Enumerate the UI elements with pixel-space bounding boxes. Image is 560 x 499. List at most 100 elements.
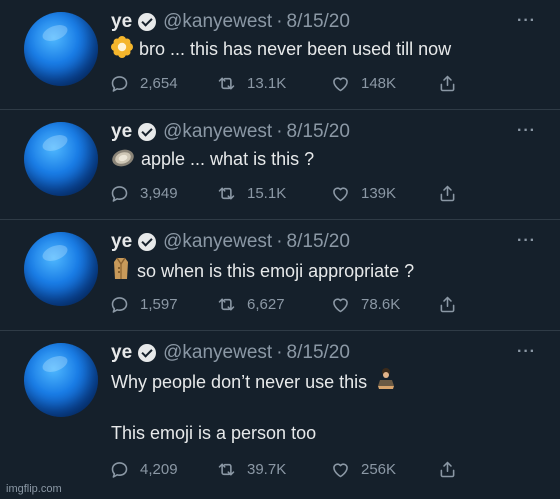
user-handle[interactable]: @kanyewest bbox=[163, 10, 272, 34]
separator-dot: · bbox=[276, 11, 283, 32]
retweet-button[interactable]: 6,627 bbox=[216, 294, 285, 315]
more-options-icon[interactable]: ··· bbox=[517, 232, 536, 250]
like-count: 256K bbox=[361, 460, 397, 478]
tweet-text-line-1: Why people don’t never use this bbox=[111, 367, 520, 397]
reply-count: 1,597 bbox=[140, 295, 178, 313]
avatar[interactable] bbox=[24, 122, 98, 196]
heart-icon bbox=[333, 297, 348, 312]
tweet-date[interactable]: 8/15/20 bbox=[287, 230, 350, 254]
tweet[interactable]: ye @kanyewest · 8/15/20 ··· bro ... this… bbox=[0, 0, 560, 110]
share-icon bbox=[440, 75, 455, 91]
like-count: 139K bbox=[361, 184, 397, 202]
reply-icon bbox=[111, 296, 128, 313]
reply-button[interactable]: 1,597 bbox=[109, 294, 178, 315]
tweet-text-line-2: This emoji is a person too bbox=[111, 421, 520, 445]
avatar[interactable] bbox=[24, 12, 98, 86]
reply-button[interactable]: 3,949 bbox=[109, 183, 178, 204]
more-options-icon[interactable]: ··· bbox=[517, 343, 536, 361]
blossom-emoji-icon bbox=[111, 36, 133, 64]
tweet-header: ye @kanyewest · 8/15/20 bbox=[111, 10, 350, 34]
reply-count: 3,949 bbox=[140, 184, 178, 202]
tweet-header: ye @kanyewest · 8/15/20 bbox=[111, 230, 350, 254]
avatar[interactable] bbox=[24, 343, 98, 417]
tweet-actions: 3,949 15.1K 139K bbox=[109, 181, 469, 205]
tweet-text: Why people don’t never use this This emo… bbox=[111, 367, 520, 445]
reply-count: 2,654 bbox=[140, 74, 178, 92]
tweet-date[interactable]: 8/15/20 bbox=[287, 341, 350, 365]
tweet-text-line: so when is this emoji appropriate ? bbox=[137, 261, 415, 281]
person-in-lotus-emoji-icon bbox=[376, 367, 396, 397]
tweet-actions: 1,597 6,627 78.6K bbox=[109, 292, 469, 316]
heart-icon bbox=[333, 462, 348, 477]
tweet-feed: ye @kanyewest · 8/15/20 ··· bro ... this… bbox=[0, 0, 560, 499]
retweet-count: 6,627 bbox=[247, 295, 285, 313]
display-name[interactable]: ye bbox=[111, 10, 132, 34]
like-button[interactable]: 148K bbox=[330, 73, 396, 94]
user-handle[interactable]: @kanyewest bbox=[163, 341, 272, 365]
retweet-button[interactable]: 13.1K bbox=[216, 73, 286, 94]
verified-badge-icon bbox=[138, 344, 157, 362]
display-name[interactable]: ye bbox=[111, 120, 132, 144]
share-button[interactable] bbox=[437, 294, 468, 315]
verified-badge-icon bbox=[138, 13, 157, 31]
like-button[interactable]: 256K bbox=[330, 459, 396, 480]
heart-icon bbox=[333, 186, 348, 201]
tweet[interactable]: ye @kanyewest · 8/15/20 ··· so when is t… bbox=[0, 220, 560, 331]
reply-icon bbox=[111, 75, 128, 92]
separator-dot: · bbox=[276, 342, 283, 363]
tweet-header: ye @kanyewest · 8/15/20 bbox=[111, 120, 350, 144]
tweet-header: ye @kanyewest · 8/15/20 bbox=[111, 341, 350, 365]
separator-dot: · bbox=[276, 231, 283, 252]
share-button[interactable] bbox=[437, 183, 468, 204]
tweet-text: bro ... this has never been used till no… bbox=[111, 36, 520, 64]
tweet-text: apple ... what is this ? bbox=[111, 146, 520, 174]
retweet-button[interactable]: 39.7K bbox=[216, 459, 286, 480]
tweet-text: so when is this emoji appropriate ? bbox=[111, 256, 520, 286]
retweet-icon bbox=[218, 297, 235, 311]
retweet-button[interactable]: 15.1K bbox=[216, 183, 286, 204]
verified-badge-icon bbox=[138, 123, 157, 141]
reply-button[interactable]: 2,654 bbox=[109, 73, 178, 94]
avatar[interactable] bbox=[24, 232, 98, 306]
user-handle[interactable]: @kanyewest bbox=[163, 120, 272, 144]
display-name[interactable]: ye bbox=[111, 341, 132, 365]
retweet-count: 39.7K bbox=[247, 460, 287, 478]
verified-badge-icon bbox=[138, 233, 157, 251]
share-button[interactable] bbox=[437, 73, 468, 94]
share-icon bbox=[440, 185, 455, 201]
tweet[interactable]: ye @kanyewest · 8/15/20 ··· apple ... wh… bbox=[0, 110, 560, 220]
watermark: imgflip.com bbox=[6, 483, 62, 495]
tweet-actions: 2,654 13.1K 148K bbox=[109, 71, 469, 95]
display-name[interactable]: ye bbox=[111, 230, 132, 254]
reply-button[interactable]: 4,209 bbox=[109, 459, 178, 480]
like-count: 148K bbox=[361, 74, 397, 92]
retweet-icon bbox=[218, 462, 235, 476]
tweet-actions: 4,209 39.7K 256K bbox=[109, 457, 469, 481]
share-icon bbox=[440, 296, 455, 312]
tweet-date[interactable]: 8/15/20 bbox=[287, 10, 350, 34]
like-count: 78.6K bbox=[361, 295, 401, 313]
more-options-icon[interactable]: ··· bbox=[517, 12, 536, 30]
reply-icon bbox=[111, 461, 128, 478]
tweet-text-line: Why people don’t never use this bbox=[111, 372, 368, 392]
tweet-date[interactable]: 8/15/20 bbox=[287, 120, 350, 144]
retweet-icon bbox=[218, 76, 235, 90]
share-button[interactable] bbox=[437, 459, 468, 480]
retweet-count: 15.1K bbox=[247, 184, 287, 202]
tweet-text-line: apple ... what is this ? bbox=[141, 149, 315, 169]
heart-icon bbox=[333, 76, 348, 91]
separator-dot: · bbox=[276, 121, 283, 142]
coat-emoji-icon bbox=[111, 256, 131, 286]
share-icon bbox=[440, 461, 455, 477]
retweet-count: 13.1K bbox=[247, 74, 287, 92]
more-options-icon[interactable]: ··· bbox=[517, 122, 536, 140]
oyster-emoji-icon bbox=[111, 146, 135, 174]
tweet[interactable]: ye @kanyewest · 8/15/20 ··· Why people d… bbox=[0, 331, 560, 499]
like-button[interactable]: 139K bbox=[330, 183, 396, 204]
tweet-text-line: This emoji is a person too bbox=[111, 423, 317, 443]
like-button[interactable]: 78.6K bbox=[330, 294, 400, 315]
reply-icon bbox=[111, 185, 128, 202]
tweet-text-line: bro ... this has never been used till no… bbox=[139, 39, 452, 59]
retweet-icon bbox=[218, 186, 235, 200]
user-handle[interactable]: @kanyewest bbox=[163, 230, 272, 254]
